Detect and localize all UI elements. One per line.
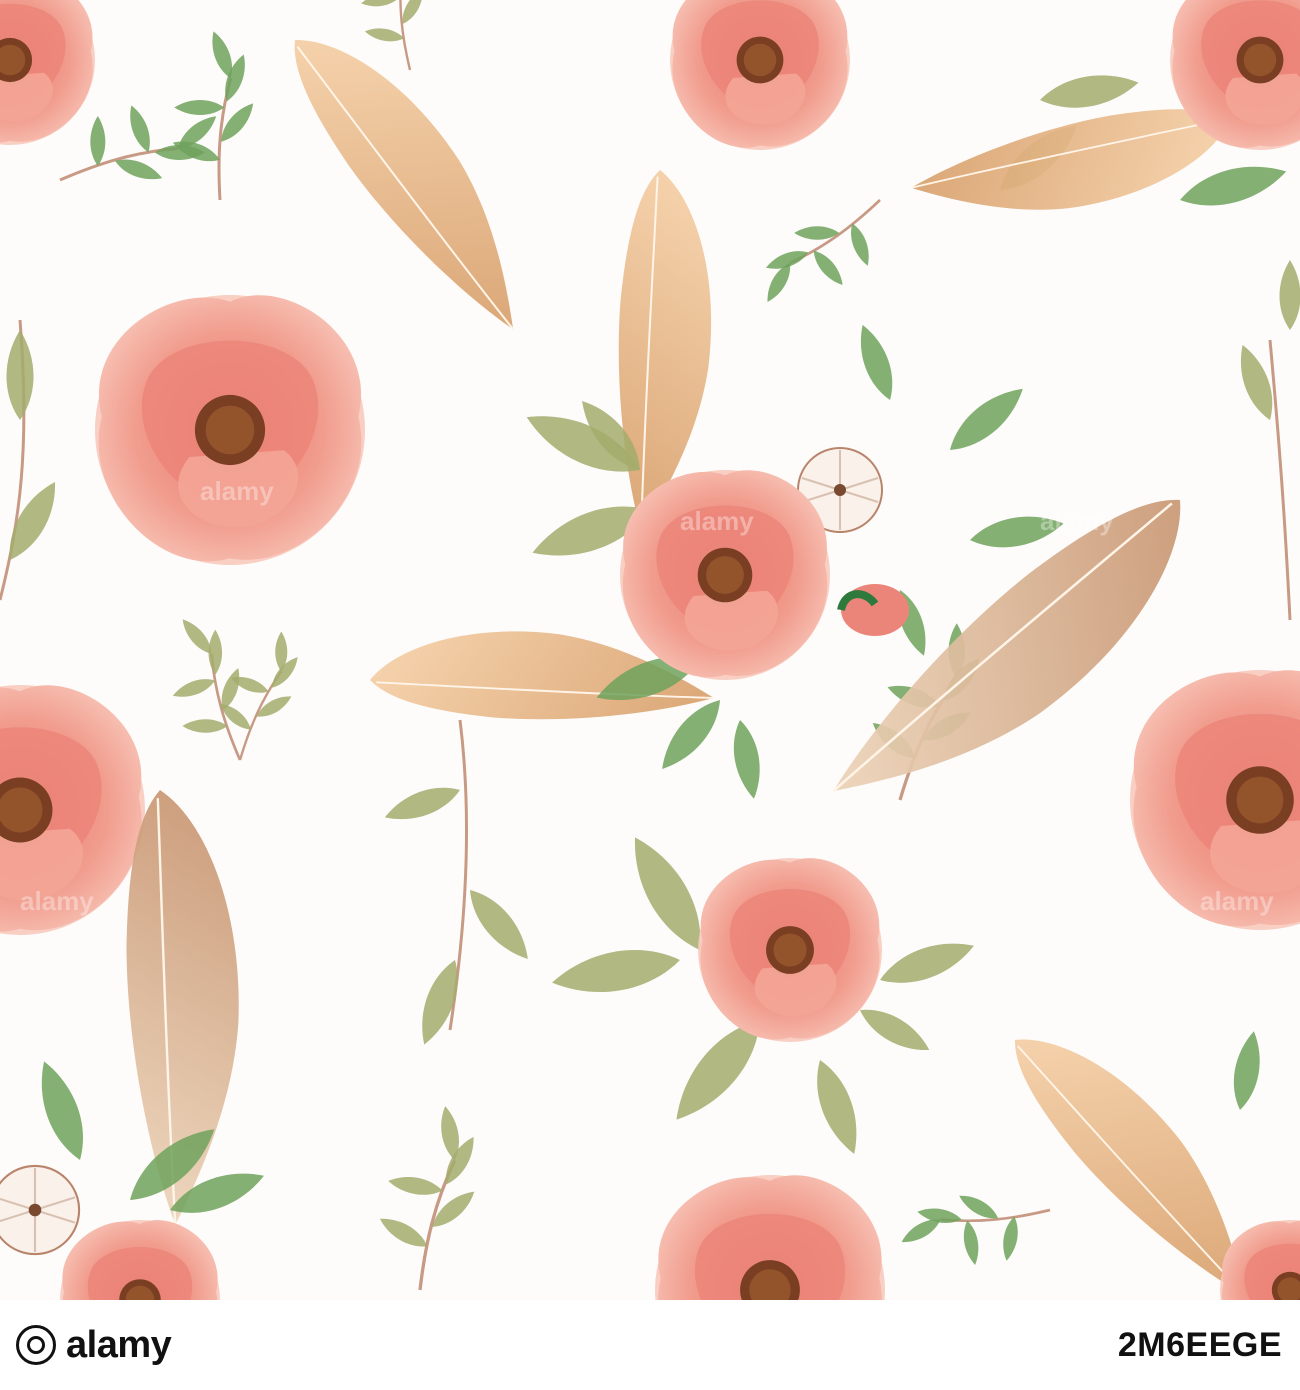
- brand-name: alamy: [66, 1323, 172, 1366]
- watercolor-pattern: alamy alamy alamy alamy alamy: [0, 0, 1300, 1300]
- watermark-text: alamy: [680, 506, 754, 536]
- watermark-text: alamy: [200, 476, 274, 506]
- image-id: 2M6EEGE: [1117, 1326, 1282, 1364]
- alamy-logo-icon: [16, 1325, 56, 1365]
- pattern-svg: alamy alamy alamy alamy alamy: [0, 0, 1300, 1300]
- feather-top: [222, 30, 591, 331]
- peony-bottom-right: [1220, 1220, 1300, 1300]
- peony-top-center: [670, 0, 850, 150]
- stem-right-edge: [1231, 260, 1300, 621]
- brand-logo[interactable]: alamy: [16, 1320, 172, 1370]
- cluster-bottom-left: [0, 1055, 270, 1300]
- watermark-text: alamy: [20, 886, 94, 916]
- stem-lower-center: [380, 719, 539, 1050]
- sprig-left-middle: [126, 605, 317, 772]
- sprig-bottom: [345, 1097, 522, 1296]
- peony-top-left: [0, 0, 305, 243]
- footer-bar: alamy 2M6EEGE: [0, 1300, 1300, 1390]
- peony-lower-center: [548, 827, 980, 1160]
- cluster-top-right: [910, 0, 1300, 313]
- peony-bottom: [655, 1175, 885, 1300]
- stem-left-edge: [0, 319, 67, 601]
- watermark-text: alamy: [1040, 506, 1114, 536]
- peony-left: [95, 295, 365, 565]
- watermark-text: alamy: [1200, 886, 1274, 916]
